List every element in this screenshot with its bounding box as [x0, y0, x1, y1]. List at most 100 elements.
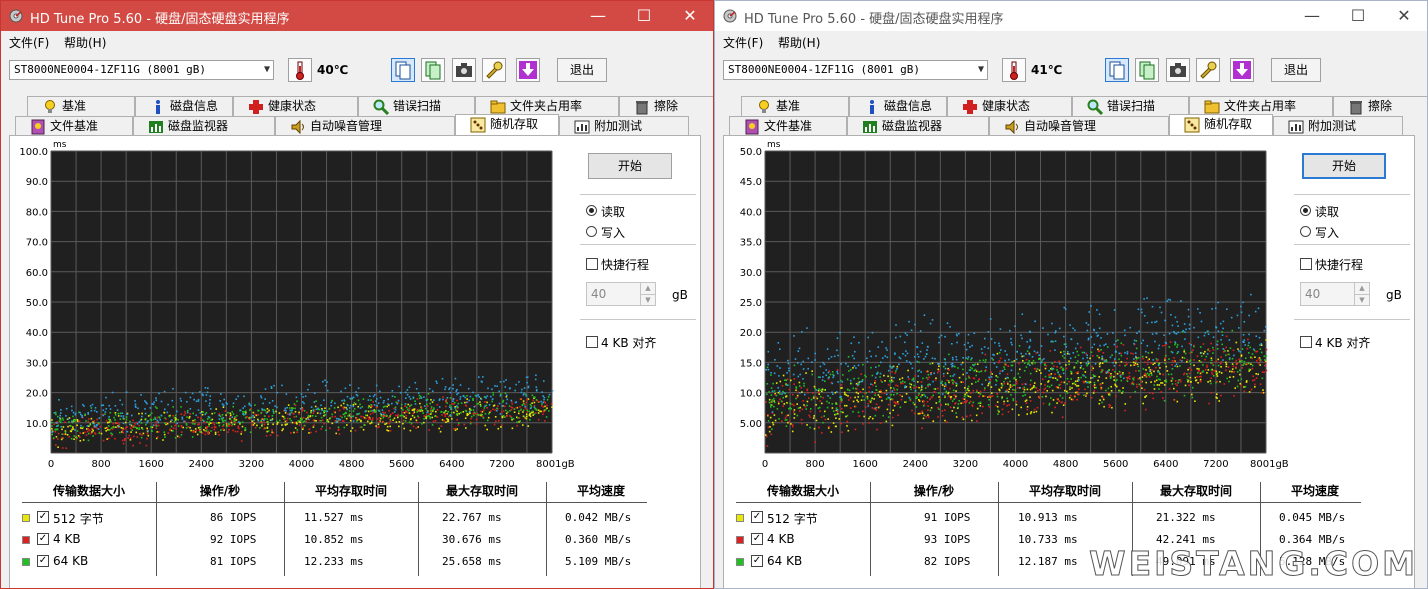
tab-extra-tests[interactable]: 附加测试	[1273, 116, 1403, 136]
scatter-point	[929, 409, 932, 412]
scatter-point	[545, 408, 547, 411]
tab-error-scan[interactable]: 错误扫描	[1072, 96, 1189, 116]
tab-health[interactable]: 健康状态	[233, 96, 358, 116]
write-radio[interactable]	[586, 226, 597, 237]
title-bar[interactable]: HD Tune Pro 5.60 - 硬盘/固态硬盘实用程序 — ☐ ✕	[715, 1, 1427, 31]
scatter-point	[281, 415, 284, 418]
series-checkbox[interactable]: ✓	[37, 555, 49, 567]
temperature-button[interactable]	[1002, 58, 1026, 82]
scatter-point	[781, 411, 783, 414]
short-stroke-stepper[interactable]: 40 ▲ ▼	[1300, 282, 1370, 306]
save-button[interactable]	[516, 58, 540, 82]
copy-image-button[interactable]	[1135, 58, 1159, 82]
save-button[interactable]	[1230, 58, 1254, 82]
tab-info[interactable]: 磁盘信息	[135, 96, 233, 116]
series-checkbox[interactable]: ✓	[751, 555, 763, 567]
scatter-point	[783, 403, 786, 405]
tab-folder-usage[interactable]: 文件夹占用率	[475, 96, 619, 116]
read-radio[interactable]	[586, 205, 597, 216]
scatter-point	[809, 416, 811, 418]
drive-select[interactable]: ST8000NE0004-1ZF11G (8001 gB) ▼	[9, 60, 274, 80]
tab-erase[interactable]: 擦除	[619, 96, 713, 116]
iops-value: 82 IOPS	[924, 555, 971, 568]
menu-file[interactable]: 文件(F)	[9, 34, 49, 51]
tab-folder-usage[interactable]: 文件夹占用率	[1189, 96, 1333, 116]
short-stroke-checkbox[interactable]	[1300, 258, 1312, 270]
menu-help[interactable]: 帮助(H)	[64, 34, 106, 51]
series-checkbox[interactable]: ✓	[751, 533, 763, 545]
tab-random-access[interactable]: 随机存取	[1169, 114, 1273, 136]
read-radio[interactable]	[1300, 205, 1311, 216]
tab-file-benchmark[interactable]: 文件基准	[15, 116, 133, 136]
scatter-point	[130, 427, 132, 430]
scatter-point	[1176, 346, 1178, 348]
scatter-point	[1026, 388, 1029, 391]
series-checkbox[interactable]: ✓	[37, 511, 49, 523]
start-button[interactable]: 开始	[588, 153, 672, 179]
scatter-point	[1145, 350, 1147, 353]
spin-up-icon[interactable]: ▲	[640, 283, 655, 294]
copy-image-button[interactable]	[421, 58, 445, 82]
series-checkbox[interactable]: ✓	[37, 533, 49, 545]
tab-disk-monitor[interactable]: 磁盘监视器	[847, 116, 989, 136]
options-button[interactable]	[1196, 58, 1220, 82]
title-bar[interactable]: HD Tune Pro 5.60 - 硬盘/固态硬盘实用程序 — ☐ ✕	[1, 1, 713, 31]
tab-random-access[interactable]: 随机存取	[455, 114, 559, 136]
maximize-icon[interactable]: ☐	[1335, 1, 1381, 31]
drive-select[interactable]: ST8000NE0004-1ZF11G (8001 gB) ▼	[723, 60, 988, 80]
tab-error-scan[interactable]: 错误扫描	[358, 96, 475, 116]
tab-file-benchmark[interactable]: 文件基准	[729, 116, 847, 136]
close-icon[interactable]: ✕	[667, 1, 713, 31]
exit-button[interactable]: 退出	[557, 58, 607, 82]
scatter-point	[917, 370, 919, 372]
short-stroke-stepper[interactable]: 40 ▲ ▼	[586, 282, 656, 306]
short-stroke-checkbox[interactable]	[586, 258, 598, 270]
scatter-point	[195, 429, 198, 432]
tab-benchmark[interactable]: 基准	[27, 96, 135, 116]
scatter-point	[475, 395, 478, 397]
screenshot-button[interactable]	[1166, 58, 1190, 82]
maximize-icon[interactable]: ☐	[621, 1, 667, 31]
scatter-point	[979, 405, 982, 407]
scatter-point	[922, 377, 924, 380]
scatter-point	[1041, 359, 1044, 361]
scatter-point	[836, 369, 839, 371]
spin-down-icon[interactable]: ▼	[1354, 294, 1369, 306]
start-button[interactable]: 开始	[1302, 153, 1386, 179]
close-icon[interactable]: ✕	[1381, 1, 1427, 31]
scatter-point	[1185, 328, 1187, 331]
tab-disk-monitor[interactable]: 磁盘监视器	[133, 116, 275, 136]
tab-erase[interactable]: 擦除	[1333, 96, 1427, 116]
tab-aam[interactable]: 自动噪音管理	[989, 116, 1169, 136]
spin-up-icon[interactable]: ▲	[1354, 283, 1369, 294]
scatter-point	[1156, 384, 1159, 386]
scatter-point	[108, 404, 111, 407]
tab-info[interactable]: 磁盘信息	[849, 96, 947, 116]
scatter-point	[929, 383, 931, 386]
scatter-point	[87, 411, 89, 414]
align-4kb-checkbox[interactable]	[586, 336, 598, 348]
tab-benchmark[interactable]: 基准	[741, 96, 849, 116]
scatter-point	[995, 384, 997, 386]
spin-down-icon[interactable]: ▼	[640, 294, 655, 306]
tab-health[interactable]: 健康状态	[947, 96, 1072, 116]
tab-extra-tests[interactable]: 附加测试	[559, 116, 689, 136]
menu-help[interactable]: 帮助(H)	[778, 34, 820, 51]
minimize-icon[interactable]: —	[575, 1, 621, 31]
screenshot-button[interactable]	[452, 58, 476, 82]
series-checkbox[interactable]: ✓	[751, 511, 763, 523]
temperature-button[interactable]	[288, 58, 312, 82]
copy-text-button[interactable]	[1105, 58, 1129, 82]
exit-button[interactable]: 退出	[1271, 58, 1321, 82]
scatter-point	[1189, 376, 1192, 379]
tab-aam[interactable]: 自动噪音管理	[275, 116, 455, 136]
write-radio[interactable]	[1300, 226, 1311, 237]
minimize-icon[interactable]: —	[1289, 1, 1335, 31]
scatter-point	[887, 403, 890, 406]
align-4kb-checkbox[interactable]	[1300, 336, 1312, 348]
menu-file[interactable]: 文件(F)	[723, 34, 763, 51]
copy-text-button[interactable]	[391, 58, 415, 82]
scatter-point	[991, 357, 993, 360]
options-button[interactable]	[482, 58, 506, 82]
scatter-point	[400, 407, 403, 409]
